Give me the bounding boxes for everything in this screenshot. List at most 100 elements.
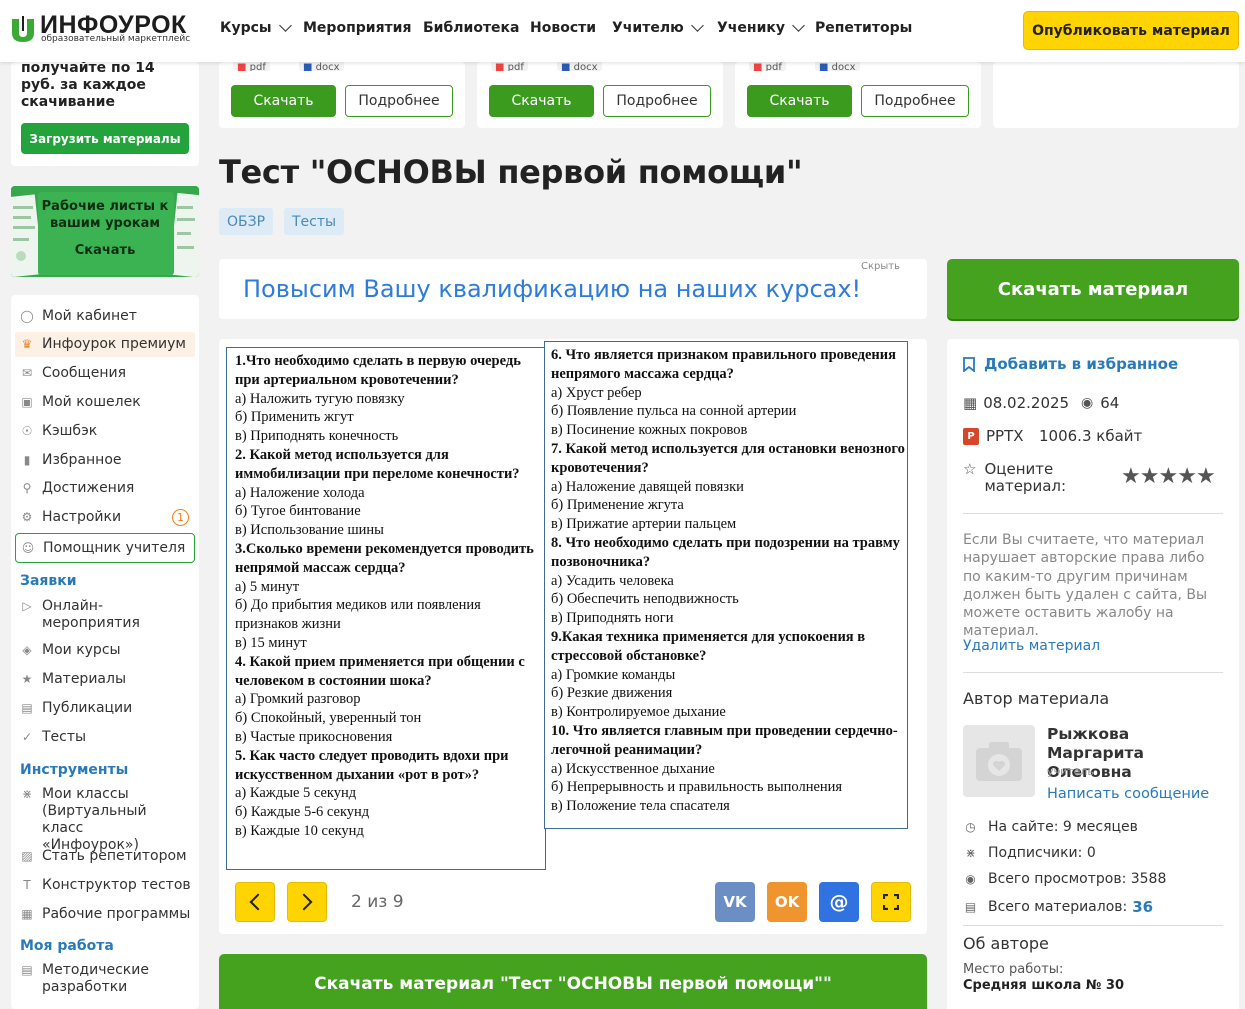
trophy-icon: ⚲ [22,481,32,495]
about-author-heading: Об авторе [963,934,1049,953]
sidebar-item-become-tutor[interactable]: ▨ Стать репетитором [20,848,195,865]
sidebar-item-messages[interactable]: ✉ Сообщения [20,365,195,382]
rating-star[interactable]: ★ [1140,466,1160,488]
sidebar-item-cashback[interactable]: ☉ Кэшбэк [20,423,195,440]
card-more-button[interactable]: Подробнее [861,85,969,117]
chevron-down-icon [690,19,704,32]
test-question: 1.Что необходимо сделать в первую очеред… [235,353,521,388]
format-chip-docx: ■ docx [815,62,860,71]
sidebar-item-premium[interactable]: ♛ Инфоурок премиум [15,332,195,357]
section-requests: Заявки [20,573,77,589]
sidebar-item-cabinet[interactable]: ◯ Мой кабинет [20,308,195,325]
format-chip-pdf: ■ pdf [749,62,786,71]
tag-subject[interactable]: ОБЗР [219,208,274,235]
card-more-button[interactable]: Подробнее [603,85,711,117]
sidebar-item-teacher-helper[interactable]: ☺ Помощник учителя [15,533,195,563]
test-answer-option: в) Прижатие артерии пальцем [551,516,737,533]
total-materials-link[interactable]: 36 [1132,898,1153,916]
rating-star[interactable]: ★ [1158,466,1178,488]
nav-tutors[interactable]: Репетиторы [815,20,912,36]
test-question: 8. Что необходимо сделать при подозрении… [551,534,900,570]
sidebar-item-my-classes[interactable]: ⋇ Мои классы (Виртуальный класс «Инфоурок… [20,786,195,854]
share-mail-button[interactable]: @ [819,882,859,922]
test-answer-option: а) Искусственное дыхание [551,760,715,777]
ad-hide-link[interactable]: Скрыть [861,261,900,272]
delete-material-link[interactable]: Удалить материал [963,638,1100,654]
rating-star[interactable]: ★ [1121,466,1141,488]
sidebar-item-publications[interactable]: ▤ Публикации [20,700,195,717]
workplace-label: Место работы: [963,962,1064,977]
rate-label: ☆ Оцените материал: [963,460,1067,495]
coin-icon: ☉ [21,424,33,438]
sidebar-item-favorites[interactable]: ▮ Избранное [20,452,195,469]
format-chip-pdf: ■ pdf [491,62,528,71]
sidebar-item-achievements[interactable]: ⚲ Достижения [20,480,195,497]
nav-library[interactable]: Библиотека [423,20,520,36]
ad-text[interactable]: Повысим Вашу квалификацию на наших курса… [243,275,861,303]
nav-courses[interactable]: Курсы [220,19,292,36]
text-icon: T [23,878,31,892]
nav-news[interactable]: Новости [530,20,596,36]
bottom-download-button[interactable]: Скачать материал "Тест "ОСНОВЫ первой по… [219,954,927,1009]
test-question: 3.Сколько времени рекомендуется проводит… [235,540,534,576]
fullscreen-button[interactable] [871,882,911,922]
download-material-button[interactable]: Скачать материал [947,259,1239,319]
author-avatar[interactable] [963,725,1035,797]
nav-events[interactable]: Мероприятия [303,20,411,36]
test-answer-option: в) Приподнять конечность [235,428,399,445]
tag-type[interactable]: Тесты [284,208,345,235]
sidebar-item-settings[interactable]: ⚙ Настройки 1 [20,509,195,526]
sidebar-item-work-programs[interactable]: ▦ Рабочие программы [20,906,195,923]
sidebar-item-tests[interactable]: ✓ Тесты [20,729,195,746]
test-question: 4. Какой прием применяется при общении с… [235,653,525,689]
sidebar-item-materials[interactable]: ★ Материалы [20,671,195,688]
gear-icon: ⚙ [21,510,33,524]
share-ok-button[interactable]: OK [767,882,807,922]
upload-materials-button[interactable]: Загрузить материалы [21,123,189,154]
sidebar-item-wallet[interactable]: ▣ Мой кошелек [20,394,195,411]
rating-stars[interactable]: ★★★★★ [1121,466,1216,488]
card-download-button[interactable]: Скачать [231,85,336,117]
stat-total-materials: ▤ Всего материалов: 36 [964,898,1154,916]
test-answer-option: в) 15 минут [235,634,307,651]
nav-student[interactable]: Ученику [717,19,805,36]
rating-star[interactable]: ★ [1196,466,1216,488]
sidebar-item-my-courses[interactable]: ◈ Мои курсы [20,642,195,659]
divider [963,513,1223,514]
promo-text: получайте по 14 руб. за каждое скачивани… [21,60,155,110]
divider [963,672,1223,673]
chevron-down-icon [278,19,292,32]
next-slide-button[interactable] [287,882,327,922]
worksheets-download-link[interactable]: Скачать [40,243,170,258]
test-answer-option: в) Посинение кожных покровов [551,422,748,439]
logo-icon[interactable] [10,15,36,43]
rating-star[interactable]: ★ [1177,466,1197,488]
test-answer-option: а) Громкий разговор [235,691,361,708]
slide-counter: 2 из 9 [351,892,404,912]
camera-placeholder-icon [976,742,1022,781]
add-to-favorites-link[interactable]: Добавить в избранное [963,355,1178,373]
sidebar-item-online-events[interactable]: ▷ Онлайн-мероприятия [20,598,195,632]
sidebar-item-test-builder[interactable]: T Конструктор тестов [20,877,195,894]
prev-slide-button[interactable] [235,882,275,922]
slide-column-right: 6. Что является признаком правильного пр… [544,341,908,829]
ok-icon: OK [774,893,800,911]
eye-icon: ◉ [1081,395,1094,411]
test-question: 7. Какой метод используется для остановк… [551,440,905,476]
test-question: 2. Какой метод используется для иммобили… [235,446,520,482]
card-download-button[interactable]: Скачать [489,85,594,117]
fullscreen-icon [883,894,899,910]
book-icon: ▤ [21,701,33,715]
nav-teacher[interactable]: Учителю [612,19,704,36]
share-vk-button[interactable]: VK [715,882,755,922]
section-my-work: Моя работа [20,938,114,954]
play-icon: ▷ [22,599,32,613]
card-more-button[interactable]: Подробнее [345,85,453,117]
stat-total-views: ◉ Всего просмотров: 3588 [963,871,1166,887]
author-heading: Автор материала [963,689,1110,708]
publish-material-button[interactable]: Опубликовать материал [1023,11,1239,50]
write-message-link[interactable]: Написать сообщение [1047,786,1209,802]
card-download-button[interactable]: Скачать [747,85,852,117]
sidebar-item-methodical[interactable]: ▤ Методические разработки [20,962,195,996]
divider [963,925,1223,926]
